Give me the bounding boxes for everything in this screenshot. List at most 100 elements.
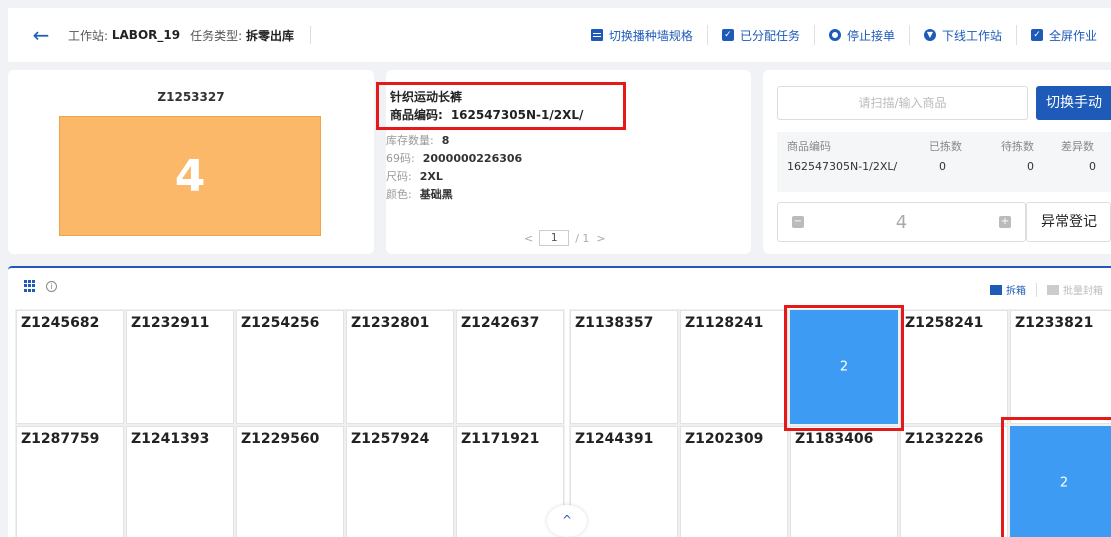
color-row: 颜色: 基础黑	[386, 186, 453, 202]
pick-table-header: 商品编码 已拣数 待拣数 差异数	[777, 136, 1111, 156]
header-actions: 切换播种墙规格 ✓ 已分配任务 停止接单 ▼ 下线工作站 ✓ 全屏作业	[577, 8, 1111, 62]
switch-manual-button[interactable]: 切换手动	[1036, 86, 1111, 120]
barcode-value: 2000000226306	[422, 152, 523, 165]
wall-slot-code: Z1128241	[685, 315, 764, 331]
product-code-value: 162547305N-1/2XL/	[450, 108, 584, 122]
arrow-left-icon: ←	[32, 23, 50, 47]
wall-slot[interactable]: Z1254256	[236, 310, 344, 424]
wall-slot[interactable]: Z1229560	[236, 426, 344, 537]
offline-workstation-button[interactable]: ▼ 下线工作站	[908, 25, 1016, 45]
batch-seal-button[interactable]: 批量封箱	[1047, 282, 1103, 297]
wall-slot[interactable]: Z1287759	[16, 426, 124, 537]
product-info-card: 针织运动长裤 商品编码: 162547305N-1/2XL/ 库存数量: 8 69码…	[376, 70, 751, 254]
wall-slot-code: Z1242637	[461, 315, 540, 331]
workstation-value: LABOR_19	[111, 28, 181, 42]
fullscreen-button[interactable]: ✓ 全屏作业	[1015, 25, 1111, 45]
top-bar: ← 工作站: LABOR_19 任务类型: 拆零出库 切换播种墙规格 ✓ 已分配…	[8, 8, 1111, 62]
wall-slot[interactable]: Z1245682	[16, 310, 124, 424]
wall-slot[interactable]: Z1138357	[570, 310, 678, 424]
workstation-label: 工作站:	[68, 28, 109, 43]
task-type-label: 任务类型:	[190, 28, 243, 43]
cell-diff: 0	[1089, 159, 1096, 173]
wall-slot-code: Z1257924	[351, 431, 430, 447]
stock-value: 8	[441, 134, 450, 147]
pager-current-input[interactable]: 1	[539, 230, 570, 246]
cell-picked: 0	[939, 159, 946, 173]
color-label: 颜色:	[386, 188, 412, 201]
chevron-up-icon: ^	[561, 513, 573, 527]
box-icon	[990, 284, 1002, 295]
info-icon[interactable]: i	[46, 280, 57, 292]
back-button[interactable]: ←	[26, 20, 56, 50]
seal-icon	[1047, 284, 1059, 295]
wall-toolbar-right: 拆箱 批量封箱	[990, 282, 1103, 297]
toolbar-divider	[1036, 282, 1037, 297]
plus-button[interactable]: +	[999, 216, 1011, 228]
wall-slot[interactable]: Z1232801	[346, 310, 454, 424]
table-row[interactable]: 162547305N-1/2XL/ 0 0 0	[777, 156, 1111, 176]
pager-total: / 1	[575, 231, 590, 245]
highlight-box-slot-2	[1001, 417, 1111, 537]
current-slot-card: Z1253327 4	[8, 70, 374, 254]
wall-slot-code: Z1229560	[241, 431, 320, 447]
wall-slot-code: Z1232801	[351, 315, 430, 331]
abnormal-register-button[interactable]: 异常登记	[1026, 202, 1111, 242]
wall-slot-code: Z1183406	[795, 431, 874, 447]
switch-wall-spec-button[interactable]: 切换播种墙规格	[577, 25, 707, 45]
wall-slot[interactable]: Z1232226	[900, 426, 1008, 537]
barcode-label: 69码:	[386, 152, 415, 165]
product-code: 商品编码: 162547305N-1/2XL/	[390, 106, 583, 123]
scan-card: 请扫描/输入商品 切换手动 商品编码 已拣数 待拣数 差异数 162547305…	[763, 70, 1111, 254]
cell-product-code: 162547305N-1/2XL/	[787, 159, 898, 173]
stepper-value[interactable]: 4	[804, 212, 999, 233]
current-slot-code: Z1253327	[157, 90, 225, 104]
unpack-button[interactable]: 拆箱	[990, 282, 1026, 297]
size-value: 2XL	[419, 170, 443, 183]
col-to-pick: 待拣数	[1001, 140, 1034, 153]
wall-slot[interactable]: Z1233821	[1010, 310, 1111, 424]
wall-slot[interactable]: Z1232911	[126, 310, 234, 424]
assigned-tasks-button[interactable]: ✓ 已分配任务	[706, 25, 814, 45]
wall-toolbar-left: i	[24, 280, 57, 292]
workstation-info: 工作站: LABOR_19 任务类型: 拆零出库	[68, 26, 311, 44]
fullscreen-check-icon: ✓	[1030, 29, 1043, 41]
color-value: 基础黑	[419, 188, 453, 201]
wall-slot-code: Z1241393	[131, 431, 210, 447]
wall-slot-code: Z1232226	[905, 431, 984, 447]
stop-circle-icon	[828, 29, 841, 41]
wall-slot[interactable]: Z1183406	[790, 426, 898, 537]
check-icon: ✓	[721, 29, 734, 41]
wall-slot-code: Z1244391	[575, 431, 654, 447]
product-pager: < 1 / 1 >	[524, 230, 606, 246]
minus-button[interactable]: −	[792, 216, 804, 228]
assigned-tasks-label: 已分配任务	[739, 28, 800, 43]
current-slot-quantity: 4	[174, 150, 206, 202]
wall-slot[interactable]: Z1257924	[346, 426, 454, 537]
task-type-value: 拆零出库	[245, 28, 294, 43]
wall-slot[interactable]: Z1241393	[126, 426, 234, 537]
stop-orders-label: 停止接单	[846, 28, 895, 43]
col-product-code: 商品编码	[787, 140, 831, 153]
pager-prev-button[interactable]: <	[524, 232, 533, 245]
barcode-row: 69码: 2000000226306	[386, 150, 522, 166]
header-divider	[310, 26, 311, 44]
wall-slot[interactable]: Z1202309	[680, 426, 788, 537]
scan-input[interactable]: 请扫描/输入商品	[777, 86, 1028, 120]
wall-slot[interactable]: Z1128241	[680, 310, 788, 424]
size-row: 尺码: 2XL	[386, 168, 443, 184]
quantity-stepper: − 4 +	[777, 202, 1026, 242]
scroll-up-button[interactable]: ^	[547, 505, 587, 537]
stock-label: 库存数量:	[386, 134, 434, 147]
stock-row: 库存数量: 8	[386, 132, 449, 148]
pager-next-button[interactable]: >	[596, 232, 605, 245]
stop-orders-button[interactable]: 停止接单	[813, 25, 909, 45]
unpack-label: 拆箱	[1006, 286, 1026, 297]
wall-slot[interactable]: Z1242637	[456, 310, 564, 424]
grid-dots-icon[interactable]	[24, 280, 36, 292]
cell-to-pick: 0	[1027, 159, 1034, 173]
grid-icon	[590, 29, 603, 41]
product-name: 针织运动长裤	[390, 90, 463, 104]
download-circle-icon: ▼	[923, 29, 936, 41]
size-label: 尺码:	[386, 170, 412, 183]
wall-slot[interactable]: Z1258241	[900, 310, 1008, 424]
